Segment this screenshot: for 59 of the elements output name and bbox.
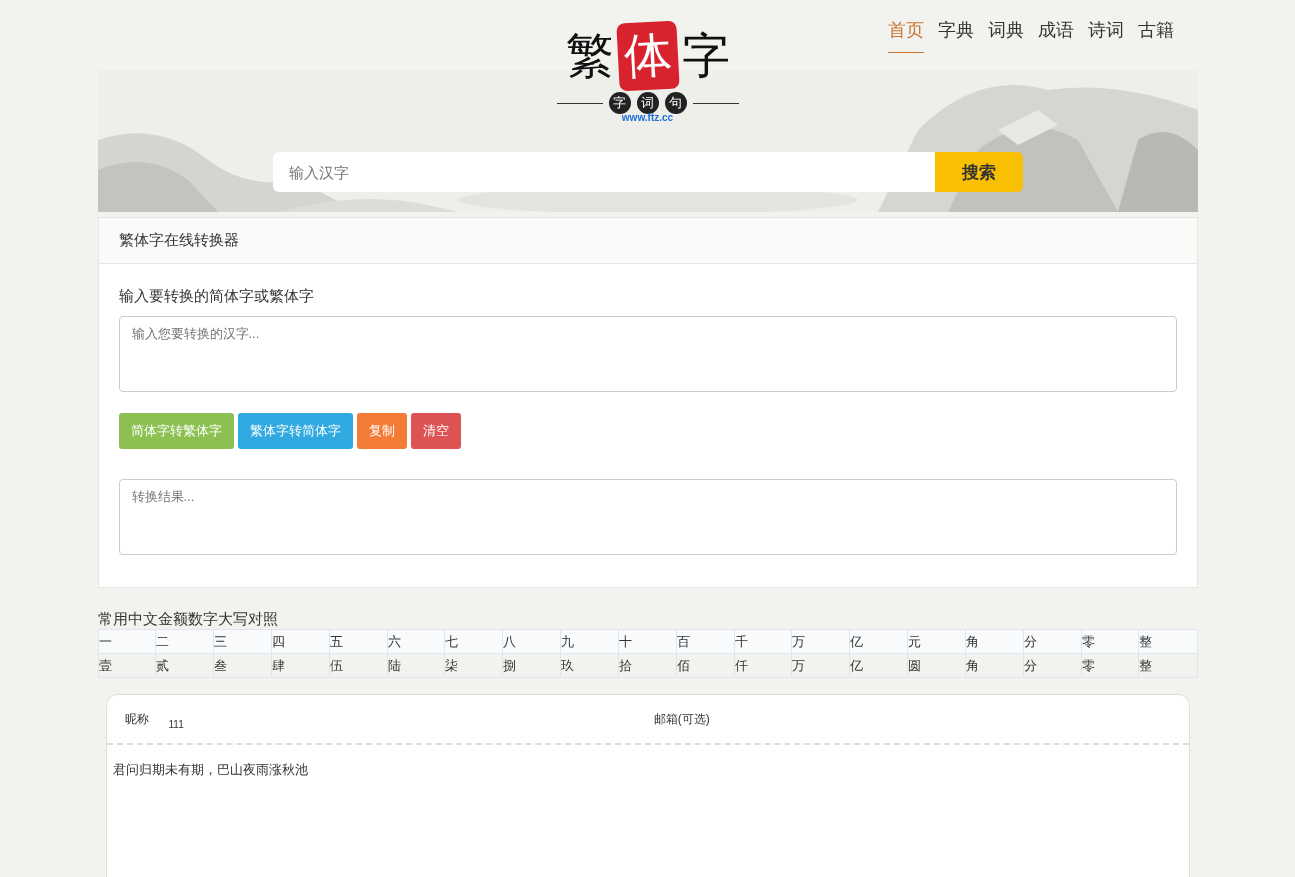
table-cell: 仟 (734, 653, 792, 678)
table-cell: 整 (1138, 653, 1197, 678)
table-cell: 整 (1138, 629, 1197, 654)
table-cell: 四 (271, 629, 330, 654)
table-cell: 一 (98, 629, 156, 654)
logo-character: 体 (615, 20, 680, 92)
table-cell: 捌 (502, 653, 561, 678)
table-cell: 佰 (676, 653, 735, 678)
nav-link[interactable]: 诗词 (1087, 18, 1124, 53)
email-label: 邮箱(可选) (653, 710, 710, 728)
nickname-label: 昵称 (124, 710, 149, 728)
table-cell: 拾 (618, 653, 677, 678)
table-cell: 零 (1081, 629, 1139, 654)
table-cell: 六 (387, 629, 445, 654)
table-cell: 三 (213, 629, 272, 654)
nav-link[interactable]: 字典 (937, 18, 974, 53)
table-cell: 零 (1081, 653, 1139, 678)
logo-character: 繁 (565, 28, 614, 84)
table-cell: 柒 (444, 653, 503, 678)
convert-button[interactable]: 清空 (410, 413, 461, 449)
nav-link[interactable]: 成语 (1037, 18, 1074, 53)
table-cell: 八 (502, 629, 561, 654)
table-cell: 圆 (907, 653, 966, 678)
table-cell: 陆 (387, 653, 445, 678)
input-label: 输入要转换的简体字或繁体字 (118, 287, 315, 306)
table-cell: 伍 (329, 653, 388, 678)
table-title: 常用中文金额数字大写对照 (97, 609, 279, 629)
table-cell: 百 (676, 629, 735, 654)
panel-title: 繁体字在线转换器 (98, 218, 1197, 264)
input-field[interactable]: 输入您要转换的汉字... (118, 316, 1177, 392)
result-field[interactable]: 转换结果... (118, 479, 1177, 555)
search-field[interactable]: 输入汉字 (272, 152, 935, 192)
table-cell: 肆 (271, 653, 330, 678)
search-button[interactable]: 搜索 (934, 152, 1023, 192)
table-cell: 十 (618, 629, 677, 654)
table-cell: 万 (791, 629, 850, 654)
table-cell: 亿 (849, 629, 908, 654)
table-cell: 元 (907, 629, 966, 654)
table-cell: 七 (444, 629, 503, 654)
table-cell: 叁 (213, 653, 272, 678)
table-cell: 亿 (849, 653, 908, 678)
table-cell: 万 (791, 653, 850, 678)
table-cell: 角 (965, 629, 1024, 654)
table-cell: 壹 (98, 653, 156, 678)
nav-link[interactable]: 古籍 (1137, 18, 1174, 53)
table-cell: 玖 (560, 653, 619, 678)
logo-character: 字 (681, 28, 730, 84)
table-cell: 五 (329, 629, 388, 654)
table-cell: 千 (734, 629, 792, 654)
nav-link[interactable]: 词典 (987, 18, 1024, 53)
table-cell: 九 (560, 629, 619, 654)
table-cell: 贰 (155, 653, 214, 678)
table-cell: 分 (1023, 629, 1082, 654)
table-cell: 二 (155, 629, 214, 654)
comment-text[interactable]: 君问归期未有期，巴山夜雨涨秋池 (106, 745, 1189, 795)
site-url: www.ftz.cc (621, 112, 674, 123)
table-cell: 分 (1023, 653, 1082, 678)
nickname-value[interactable]: 111 (168, 718, 184, 730)
table-cell: 角 (965, 653, 1024, 678)
